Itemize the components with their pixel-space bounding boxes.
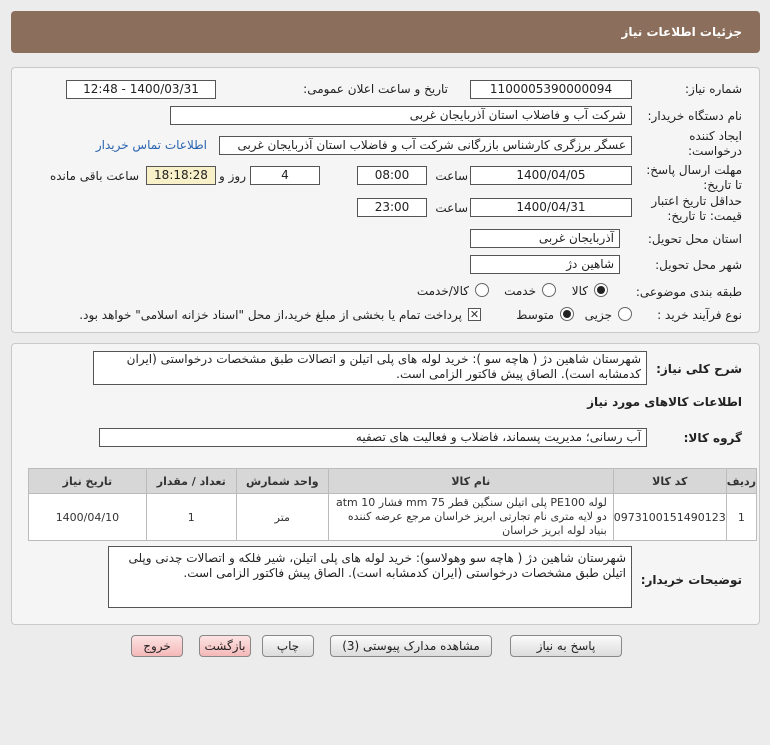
treasury-payment-note: پرداخت تمام یا بخشی از مبلغ خرید،از محل … (79, 308, 462, 322)
buyer-notes-label: توضیحات خریدار: (640, 573, 742, 587)
col-date: تاریخ نیاز (28, 468, 147, 494)
deadline-time-label: ساعت (435, 169, 468, 183)
deadline-time-field: 08:00 (357, 166, 427, 185)
buyer-notes-field: شهرستان شاهین دژ ( هاچه سو وهولاسو): خری… (108, 546, 632, 608)
days-label: روز و (219, 169, 246, 183)
remaining-label: ساعت باقی مانده (49, 169, 139, 183)
col-unit: واحد شمارش (235, 468, 329, 494)
process-label: نوع فرآیند خرید : (657, 308, 742, 322)
attachments-button[interactable]: مشاهده مدارک پیوستی (3) (330, 635, 492, 657)
cell-code: 0973100151490123 (612, 493, 727, 541)
process-radio-minor[interactable] (618, 307, 632, 321)
buyer-contact-link[interactable]: اطلاعات تماس خریدار (96, 138, 207, 152)
page-header: جزئیات اطلاعات نیاز (11, 11, 760, 53)
category-option-goods: کالا (571, 284, 588, 298)
creator-label: ایجاد کننده درخواست: (688, 129, 742, 158)
category-label: طبقه بندی موضوعی: (635, 285, 742, 299)
goods-group-field: آب رسانی؛ مدیریت پسماند، فاضلاب و فعالیت… (99, 428, 647, 447)
province-field: آذربایجان غربی (470, 229, 620, 248)
category-option-both: کالا/خدمت (416, 284, 469, 298)
category-option-service: خدمت (504, 284, 536, 298)
province-label: استان محل تحویل: (647, 232, 742, 246)
category-radio-service[interactable] (542, 283, 556, 297)
validity-date-field: 1400/04/31 (470, 198, 632, 217)
process-option-minor: جزیی (584, 308, 612, 322)
announce-label: تاریخ و ساعت اعلان عمومی: (303, 82, 448, 96)
buyer-org-field: شرکت آب و فاضلاب استان آذربایجان غربی (170, 106, 632, 125)
cell-unit: متر (235, 493, 329, 541)
goods-table: ردیف کد کالا نام کالا واحد شمارش تعداد /… (28, 468, 758, 541)
validity-label: حداقل تاریخ اعتبار قیمت: تا تاریخ: (651, 194, 742, 223)
table-row: 1 0973100151490123 لوله PE100 پلی اتیلن … (28, 493, 758, 541)
cell-row: 1 (725, 493, 758, 541)
announce-field: 1400/03/31 - 12:48 (66, 80, 216, 99)
col-code: کد کالا (612, 468, 727, 494)
back-button[interactable]: بازگشت (199, 635, 251, 657)
validity-time-label: ساعت (435, 201, 468, 215)
cell-date: 1400/04/10 (28, 493, 147, 541)
description-field: شهرستان شاهین دژ ( هاچه سو ): خرید لوله … (93, 351, 647, 385)
col-qty: تعداد / مقدار (145, 468, 237, 494)
validity-time-field: 23:00 (357, 198, 427, 217)
page-title: جزئیات اطلاعات نیاز (621, 25, 742, 39)
remaining-time-field: 18:18:28 (146, 166, 216, 185)
city-field: شاهین دژ (470, 255, 620, 274)
cell-qty: 1 (145, 493, 237, 541)
category-radio-both[interactable] (475, 283, 489, 297)
reply-button[interactable]: پاسخ به نیاز (510, 635, 622, 657)
deadline-label: مهلت ارسال پاسخ: تا تاریخ: (646, 163, 742, 192)
treasury-payment-checkbox[interactable]: ✕ (468, 308, 481, 321)
exit-button[interactable]: خروج (131, 635, 183, 657)
col-name: نام کالا (327, 468, 614, 494)
print-button[interactable]: چاپ (262, 635, 314, 657)
cell-name: لوله PE100 پلی اتیلن سنگین قطر 75 mm فشا… (327, 493, 614, 541)
description-label: شرح کلی نیاز: (656, 362, 742, 376)
process-radio-medium[interactable] (560, 307, 574, 321)
deadline-date-field: 1400/04/05 (470, 166, 632, 185)
goods-section-title: اطلاعات کالاهای مورد نیاز (587, 395, 742, 409)
buyer-org-label: نام دستگاه خریدار: (647, 109, 743, 123)
creator-field: عسگر برزگری کارشناس بازرگانی شرکت آب و ف… (219, 136, 632, 155)
days-field: 4 (250, 166, 320, 185)
category-radio-goods[interactable] (594, 283, 608, 297)
process-option-medium: متوسط (516, 308, 554, 322)
city-label: شهر محل تحویل: (655, 258, 742, 272)
need-number-field: 1100005390000094 (470, 80, 632, 99)
goods-group-label: گروه کالا: (683, 431, 742, 445)
col-row: ردیف (725, 468, 758, 494)
need-number-label: شماره نیاز: (685, 82, 742, 96)
